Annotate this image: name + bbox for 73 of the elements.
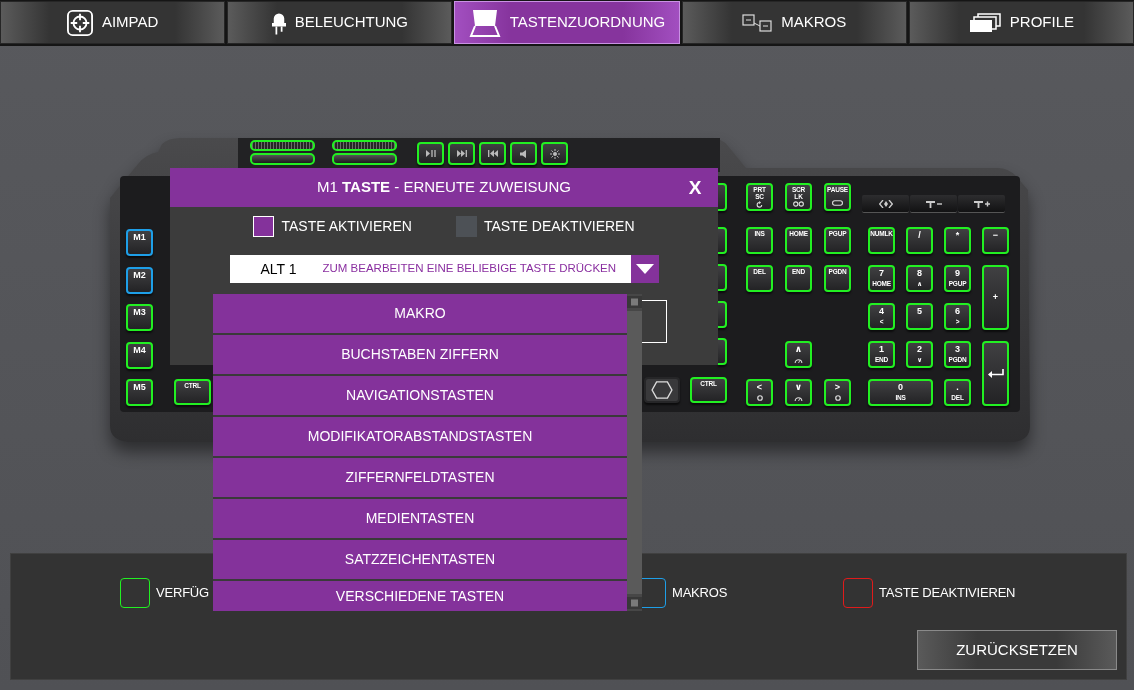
light-key[interactable] <box>910 195 957 212</box>
dropdown-toggle[interactable] <box>630 255 659 283</box>
keyboard-key[interactable] <box>644 377 680 403</box>
tab[interactable]: TASTENZUORDNUNG <box>454 1 680 44</box>
hexagon-icon <box>651 381 673 399</box>
dropdown-item[interactable]: BUCHSTABEN ZIFFERN <box>213 335 627 374</box>
keyboard-key[interactable]: M4 <box>126 341 153 369</box>
keycaps-icon <box>742 13 773 32</box>
keyboard-key[interactable]: M2 <box>126 266 153 294</box>
key-input-field[interactable]: ZUM BEARBEITEN EINE BELIEBIGE TASTE DRÜCKEN <box>320 255 631 283</box>
keycap-icon <box>468 8 501 37</box>
ring-icon <box>834 395 841 401</box>
keyboard-key[interactable]: M1 <box>126 229 153 256</box>
loop-icon <box>793 200 804 207</box>
dropdown-item[interactable]: ZIFFERNFELDTASTEN <box>213 458 627 497</box>
lamp-minus-icon <box>925 199 942 208</box>
dropdown-item[interactable]: VERSCHIEDENE TASTEN <box>213 581 627 611</box>
previous-track-icon <box>487 150 498 157</box>
gauge-icon <box>794 396 803 401</box>
dropdown-item[interactable]: NAVIGATIONSTASTEN <box>213 376 627 415</box>
keyboard-key[interactable]: * <box>944 227 971 254</box>
keyboard-key[interactable]: > <box>824 379 851 406</box>
bulb-icon <box>271 10 286 35</box>
tab[interactable]: AIMPAD <box>0 1 226 44</box>
light-key[interactable] <box>958 195 1005 212</box>
keyboard-key[interactable]: ∨ <box>785 379 812 406</box>
scroll-wheel[interactable] <box>250 140 315 151</box>
lamp-plus-icon <box>973 199 990 208</box>
crosshair-icon <box>66 9 93 36</box>
key-label: ALT 1 <box>229 255 321 283</box>
wheel-button[interactable] <box>250 153 315 165</box>
stacked-pages-icon <box>968 12 1001 33</box>
dropdown-item[interactable]: SATZZEICHENTASTEN <box>213 540 627 579</box>
keyboard-key[interactable]: / <box>906 227 933 254</box>
dropdown-item[interactable]: MEDIENTASTEN <box>213 499 627 538</box>
refresh-icon <box>756 200 763 208</box>
gauge-icon <box>794 358 803 363</box>
speaker-icon <box>520 149 527 158</box>
keyboard-key[interactable]: − <box>982 227 1009 254</box>
dialog-title: M1 TASTE - ERNEUTE ZUWEISUNG <box>316 177 572 198</box>
keyboard-key[interactable]: 5 <box>906 303 933 330</box>
reset-button[interactable]: ZURÜCKSETZEN <box>917 630 1117 670</box>
checkbox[interactable] <box>455 215 477 237</box>
checkbox-label[interactable]: TASTE DEAKTIVIEREN <box>483 215 635 237</box>
square-icon[interactable] <box>627 597 642 609</box>
tab[interactable]: MAKROS <box>681 1 907 44</box>
brackets-icon <box>878 199 893 208</box>
keyboard-key[interactable]: M5 <box>126 379 153 406</box>
tab[interactable]: BELEUCHTUNG <box>227 1 453 44</box>
sun-icon <box>549 148 560 159</box>
return-arrow-icon <box>987 369 1004 378</box>
legend-label: MAKROS <box>672 584 728 603</box>
dropdown-item[interactable]: MODIFIKATORABSTANDSTASTEN <box>213 417 627 456</box>
tab[interactable]: PROFILE <box>908 1 1134 44</box>
close-button[interactable]: X <box>680 178 710 197</box>
keyboard-key[interactable]: M3 <box>126 304 153 331</box>
wheel-button[interactable] <box>332 153 397 165</box>
keyboard-key[interactable]: + <box>982 265 1009 330</box>
light-key[interactable] <box>862 195 909 212</box>
checkbox[interactable] <box>253 215 275 237</box>
dropdown-item[interactable]: MAKRO <box>213 294 627 333</box>
keyboard-key[interactable]: < <box>746 379 773 406</box>
link-icon <box>832 200 843 206</box>
play-pause-icon <box>425 150 436 157</box>
scroll-wheel[interactable] <box>332 140 397 151</box>
ring-icon <box>756 395 763 401</box>
next-track-icon <box>456 150 467 157</box>
legend-label: TASTE DEAKTIVIEREN <box>879 584 1016 603</box>
square-icon[interactable] <box>627 296 642 308</box>
legend-label: VERFÜG <box>156 584 209 603</box>
caret-down-icon <box>635 264 654 274</box>
keyboard-key[interactable]: ∧ <box>785 341 812 368</box>
checkbox-label[interactable]: TASTE AKTIVIEREN <box>281 215 412 237</box>
